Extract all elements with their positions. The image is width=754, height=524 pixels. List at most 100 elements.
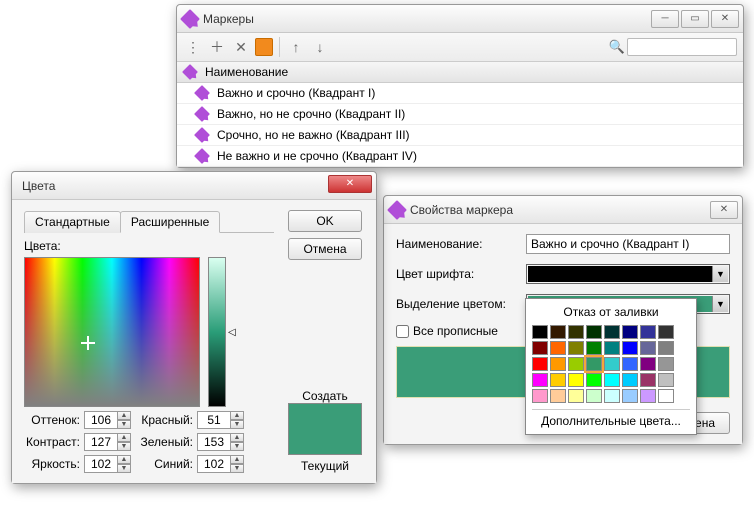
sat-input[interactable] <box>84 433 118 451</box>
palette-swatch[interactable] <box>586 357 602 371</box>
minimize-button[interactable]: ─ <box>651 10 679 28</box>
close-button[interactable]: ✕ <box>711 10 739 28</box>
spin-up[interactable]: ▲ <box>230 433 244 442</box>
cancel-button[interactable]: Отмена <box>288 238 362 260</box>
palette-swatch[interactable] <box>622 341 638 355</box>
delete-button[interactable]: ✕ <box>231 37 251 57</box>
name-input[interactable] <box>526 234 730 254</box>
ok-button[interactable]: OK <box>288 210 362 232</box>
move-up-button[interactable]: ↑ <box>286 37 306 57</box>
spin-up[interactable]: ▲ <box>117 455 131 464</box>
palette-swatch[interactable] <box>532 389 548 403</box>
palette-swatch[interactable] <box>640 357 656 371</box>
palette-swatch[interactable] <box>604 341 620 355</box>
palette-swatch[interactable] <box>622 357 638 371</box>
palette-swatch[interactable] <box>658 373 674 387</box>
palette-swatch[interactable] <box>622 373 638 387</box>
palette-swatch[interactable] <box>568 389 584 403</box>
window-title: Маркеры <box>203 12 649 26</box>
palette-swatch[interactable] <box>604 373 620 387</box>
more-colors[interactable]: Дополнительные цвета... <box>532 409 690 428</box>
palette-swatch[interactable] <box>604 389 620 403</box>
list-body: Важно и срочно (Квадрант I) Важно, но не… <box>177 83 743 167</box>
marker-icon <box>183 12 197 26</box>
palette-swatch[interactable] <box>658 357 674 371</box>
palette-swatch[interactable] <box>550 325 566 339</box>
blue-input[interactable] <box>197 455 231 473</box>
move-down-button[interactable]: ↓ <box>310 37 330 57</box>
palette-swatch[interactable] <box>622 325 638 339</box>
spin-down[interactable]: ▼ <box>230 442 244 451</box>
palette-swatch[interactable] <box>568 373 584 387</box>
palette-swatch[interactable] <box>604 325 620 339</box>
palette-swatch[interactable] <box>550 389 566 403</box>
spin-down[interactable]: ▼ <box>230 464 244 473</box>
pencil-icon <box>194 148 210 164</box>
palette-grid <box>532 325 690 403</box>
caps-checkbox[interactable] <box>396 325 409 338</box>
titlebar: Цвета ✕ <box>12 172 376 200</box>
palette-swatch[interactable] <box>622 389 638 403</box>
tab-standard[interactable]: Стандартные <box>24 211 121 233</box>
marker-icon <box>390 203 404 217</box>
chevron-down-icon: ▼ <box>712 266 728 282</box>
palette-swatch[interactable] <box>586 389 602 403</box>
palette-swatch[interactable] <box>550 357 566 371</box>
tab-advanced[interactable]: Расширенные <box>120 211 221 233</box>
spin-down[interactable]: ▼ <box>117 464 131 473</box>
search-icon: 🔍 <box>609 39 625 55</box>
spin-up[interactable]: ▲ <box>117 411 131 420</box>
list-item[interactable]: Не важно и не срочно (Квадрант IV) <box>177 146 743 167</box>
palette-swatch[interactable] <box>532 373 548 387</box>
palette-swatch[interactable] <box>568 325 584 339</box>
palette-swatch[interactable] <box>532 325 548 339</box>
new-color-swatch <box>288 403 362 455</box>
palette-swatch[interactable] <box>568 357 584 371</box>
palette-swatch[interactable] <box>658 389 674 403</box>
list-item[interactable]: Важно и срочно (Квадрант I) <box>177 83 743 104</box>
palette-swatch[interactable] <box>550 341 566 355</box>
palette-swatch[interactable] <box>586 373 602 387</box>
window-title: Свойства маркера <box>410 203 708 217</box>
luminance-slider[interactable] <box>208 257 226 407</box>
list-item[interactable]: Срочно, но не важно (Квадрант III) <box>177 125 743 146</box>
palette-swatch[interactable] <box>586 325 602 339</box>
palette-swatch[interactable] <box>604 357 620 371</box>
search-input[interactable] <box>627 38 737 56</box>
maximize-button[interactable]: ▭ <box>681 10 709 28</box>
column-header[interactable]: Наименование <box>177 62 743 83</box>
close-button[interactable]: ✕ <box>710 201 738 219</box>
column-label: Наименование <box>205 65 288 79</box>
green-input[interactable] <box>197 433 231 451</box>
spin-down[interactable]: ▼ <box>117 420 131 429</box>
palette-swatch[interactable] <box>640 325 656 339</box>
palette-swatch[interactable] <box>658 341 674 355</box>
spin-up[interactable]: ▲ <box>117 433 131 442</box>
palette-swatch[interactable] <box>640 341 656 355</box>
spin-down[interactable]: ▼ <box>230 420 244 429</box>
spin-down[interactable]: ▼ <box>117 442 131 451</box>
palette-swatch[interactable] <box>640 389 656 403</box>
palette-swatch[interactable] <box>532 357 548 371</box>
edit-button[interactable] <box>255 38 273 56</box>
red-input[interactable] <box>197 411 231 429</box>
hue-input[interactable] <box>84 411 118 429</box>
add-button[interactable]: ＋ <box>207 37 227 57</box>
palette-swatch[interactable] <box>586 341 602 355</box>
lum-input[interactable] <box>84 455 118 473</box>
palette-swatch[interactable] <box>550 373 566 387</box>
color-gradient[interactable] <box>24 257 200 407</box>
colors-dialog: Цвета ✕ Стандартные Расширенные Цвета: ◁ <box>11 171 377 484</box>
palette-swatch[interactable] <box>640 373 656 387</box>
palette-swatch[interactable] <box>532 341 548 355</box>
chevron-down-icon: ▼ <box>712 296 728 312</box>
list-item[interactable]: Важно, но не срочно (Квадрант II) <box>177 104 743 125</box>
palette-nofill[interactable]: Отказ от заливки <box>532 305 690 319</box>
palette-swatch[interactable] <box>568 341 584 355</box>
font-color-combo[interactable]: ▼ <box>526 264 730 284</box>
spin-up[interactable]: ▲ <box>230 411 244 420</box>
titlebar: Маркеры ─ ▭ ✕ <box>177 5 743 33</box>
palette-swatch[interactable] <box>658 325 674 339</box>
spin-up[interactable]: ▲ <box>230 455 244 464</box>
close-button[interactable]: ✕ <box>328 175 372 193</box>
